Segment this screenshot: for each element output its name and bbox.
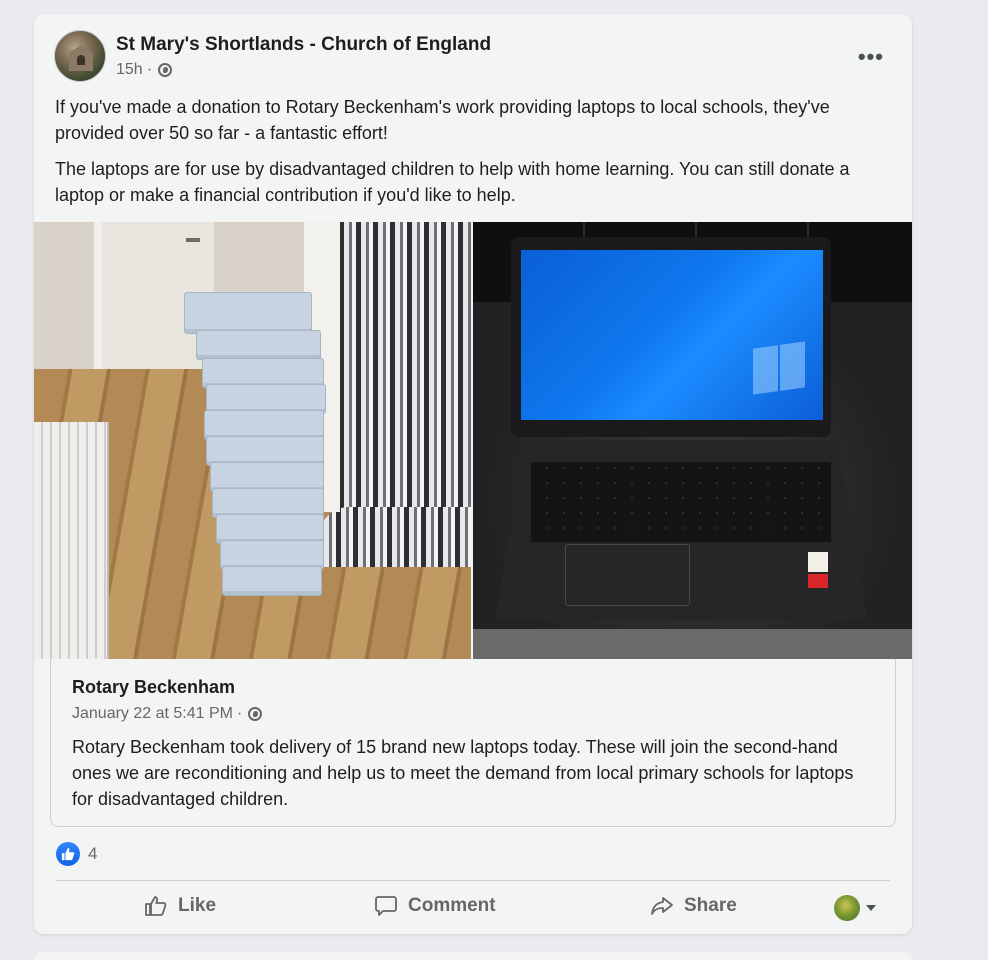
- photo-stacked-laptops[interactable]: [34, 222, 471, 659]
- post-meta: 15h ·: [116, 61, 173, 79]
- laptop-sticker: [808, 552, 828, 572]
- laptop-screen: [521, 250, 823, 420]
- photo-floor-band: [473, 629, 912, 659]
- thumbs-up-icon: [145, 896, 167, 916]
- next-post-card: [34, 952, 912, 960]
- reaction-count: 4: [88, 844, 98, 863]
- caret-down-icon: [866, 905, 876, 911]
- reactions-summary[interactable]: 4: [56, 842, 97, 866]
- post-body: If you've made a donation to Rotary Beck…: [55, 94, 895, 218]
- shared-meta: January 22 at 5:41 PM ·: [72, 705, 263, 723]
- share-icon: [651, 897, 673, 915]
- meta-separator: ·: [236, 705, 243, 722]
- globe-icon[interactable]: [158, 63, 173, 77]
- more-options-icon[interactable]: •••: [858, 44, 884, 70]
- thumbs-up-glyph: [61, 847, 75, 861]
- photo-radiator: [34, 422, 109, 659]
- post-timestamp[interactable]: 15h: [116, 61, 143, 79]
- laptop-box: [184, 292, 312, 334]
- doorknob: [186, 238, 200, 242]
- share-button-label: Share: [684, 895, 737, 916]
- laptop-sticker: [808, 574, 828, 588]
- comment-icon: [375, 896, 397, 916]
- share-button[interactable]: Share: [650, 894, 737, 918]
- audience-selector[interactable]: [834, 895, 876, 921]
- windows-logo-icon: [753, 341, 805, 395]
- meta-separator: ·: [146, 61, 153, 78]
- comment-button-label: Comment: [408, 895, 496, 916]
- photo-open-laptop[interactable]: [473, 222, 912, 659]
- shared-timestamp[interactable]: January 22 at 5:41 PM: [72, 705, 233, 723]
- laptop-keyboard: [531, 462, 831, 542]
- comment-button[interactable]: Comment: [374, 894, 496, 918]
- like-button[interactable]: Like: [144, 894, 216, 918]
- post-paragraph: If you've made a donation to Rotary Beck…: [55, 97, 830, 143]
- laptop-box: [196, 330, 321, 360]
- shared-post-text: Rotary Beckenham took delivery of 15 bra…: [72, 737, 854, 809]
- shared-post[interactable]: Rotary Beckenham January 22 at 5:41 PM ·…: [50, 659, 896, 827]
- action-divider: [56, 880, 890, 881]
- page-avatar[interactable]: [54, 30, 106, 82]
- laptop-box: [222, 566, 322, 596]
- globe-icon[interactable]: [248, 707, 263, 721]
- photo-stair-step: [319, 507, 471, 567]
- user-avatar: [834, 895, 860, 921]
- like-button-label: Like: [178, 895, 217, 916]
- post-paragraph: The laptops are for use by disadvantaged…: [55, 159, 850, 205]
- shared-page-name[interactable]: Rotary Beckenham: [72, 677, 235, 698]
- page-name-link[interactable]: St Mary's Shortlands - Church of England: [116, 34, 491, 56]
- post-card: St Mary's Shortlands - Church of England…: [34, 14, 912, 934]
- church-window: [77, 55, 85, 65]
- like-reaction-icon: [56, 842, 80, 866]
- laptop-touchpad: [565, 544, 690, 606]
